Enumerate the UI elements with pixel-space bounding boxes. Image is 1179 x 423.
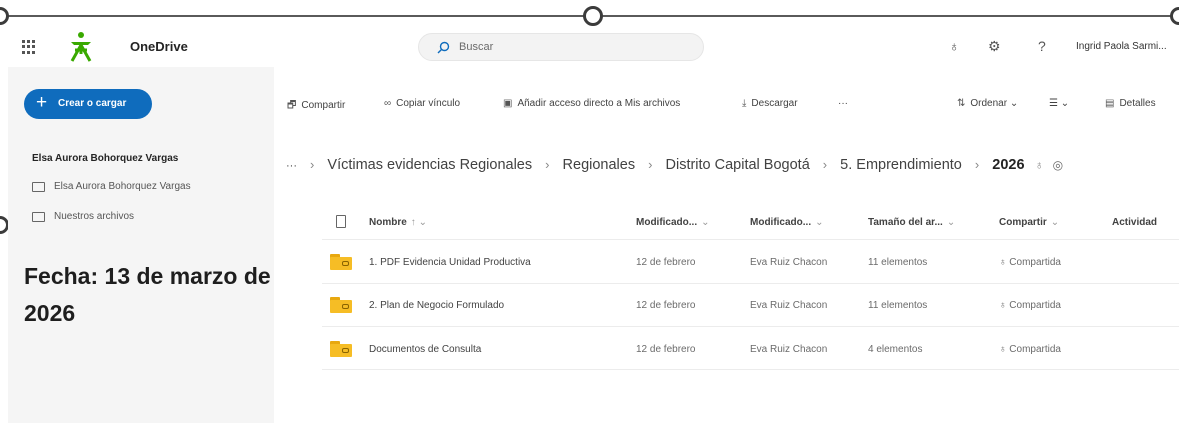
chevron-right-icon: ›	[822, 157, 828, 172]
copy-link-label: Copiar vínculo	[396, 98, 461, 109]
shortcut-icon: ▣	[503, 98, 513, 109]
column-header-name[interactable]: Nombre ↑ ⌄	[369, 217, 427, 228]
search-placeholder: Buscar	[459, 41, 494, 53]
people-icon: ♁	[999, 257, 1010, 268]
settings-gear-icon[interactable]: ⚙	[988, 38, 1001, 55]
help-icon[interactable]: ?	[1038, 38, 1046, 54]
share-people-icon[interactable]: ♁	[949, 38, 960, 54]
modified-by: Eva Ruiz Chacon	[750, 344, 828, 355]
download-command[interactable]: ⤓ Descargar	[742, 98, 798, 109]
app-name[interactable]: OneDrive	[130, 39, 188, 54]
sharing-status[interactable]: ♁ Compartida	[999, 257, 1061, 268]
file-name[interactable]: 2. Plan de Negocio Formulado	[369, 300, 504, 311]
details-label: Detalles	[1119, 98, 1156, 109]
sena-logo-icon	[70, 32, 92, 62]
globe-icon: ◎	[1052, 158, 1064, 172]
sort-label: Ordenar	[970, 98, 1008, 109]
date-overlay-text: Fecha: 13 de marzo de 2026	[24, 263, 271, 326]
sort-command[interactable]: ⇅ Ordenar ⌄	[957, 98, 1018, 109]
file-size: 11 elementos	[868, 300, 928, 311]
more-label: ···	[838, 98, 848, 109]
link-icon: ∞	[384, 98, 392, 109]
column-header-modified[interactable]: Modificado... ⌄	[636, 217, 710, 228]
breadcrumb-current: 2026	[992, 157, 1025, 173]
column-header-sharing[interactable]: Compartir ⌄	[999, 217, 1059, 228]
user-name[interactable]: Ingrid Paola Sarmi...	[1076, 41, 1167, 52]
file-list: Nombre ↑ ⌄ Modificado... ⌄ Modificado... ⌄ …	[274, 197, 1179, 423]
breadcrumb-item[interactable]: Víctimas evidencias Regionales	[327, 157, 532, 173]
breadcrumb-item[interactable]: Distrito Capital Bogotá	[666, 157, 810, 173]
frame-handle-top-center[interactable]	[583, 6, 603, 26]
column-header-size[interactable]: Tamaño del ar... ⌄	[868, 217, 955, 228]
people-icon: ♁	[999, 344, 1010, 355]
create-upload-button[interactable]: + Crear o cargar	[24, 89, 152, 119]
column-header-activity[interactable]: Actividad	[1112, 217, 1157, 228]
file-type-header-icon	[336, 215, 346, 228]
breadcrumb-item[interactable]: Regionales	[563, 157, 636, 173]
add-shortcut-command[interactable]: ▣ Añadir acceso directo a Mis archivos	[503, 98, 680, 109]
shared-folder-icon	[330, 254, 352, 270]
sharing-status[interactable]: ♁ Compartida	[999, 300, 1061, 311]
modified-date: 12 de febrero	[636, 344, 696, 355]
plus-icon: +	[36, 92, 48, 113]
file-size: 11 elementos	[868, 257, 928, 268]
sort-icon: ⇅	[957, 98, 966, 109]
modified-by: Eva Ruiz Chacon	[750, 300, 828, 311]
library-owner-heading: Elsa Aurora Bohorquez Vargas	[32, 153, 179, 164]
chevron-right-icon: ›	[974, 157, 980, 172]
top-bar: OneDrive Buscar ♁ ⚙ ? Ingrid Paola Sarmi…	[8, 30, 1179, 64]
frame-handle-left-top[interactable]	[0, 7, 9, 25]
modified-date: 12 de febrero	[636, 257, 696, 268]
chevron-right-icon: ›	[310, 157, 315, 172]
file-size: 4 elementos	[868, 344, 923, 355]
download-label: Descargar	[751, 98, 798, 109]
nav-item-label: Nuestros archivos	[54, 211, 135, 222]
sharing-status[interactable]: ♁ Compartida	[999, 344, 1061, 355]
shared-folder-icon	[330, 297, 352, 313]
nav-item-label: Elsa Aurora Bohorquez Vargas	[54, 181, 191, 192]
app-launcher-icon[interactable]	[22, 40, 36, 54]
download-icon: ⤓	[742, 98, 747, 109]
column-header-modified-by[interactable]: Modificado... ⌄	[750, 217, 824, 228]
shared-people-icon: ♁	[1034, 158, 1044, 172]
people-icon: ♁	[999, 300, 1010, 311]
modified-date: 12 de febrero	[636, 300, 696, 311]
frame-handle-right-top[interactable]	[1170, 7, 1179, 25]
chevron-right-icon: ›	[545, 157, 550, 172]
folder-icon	[32, 182, 45, 192]
shared-folder-icon	[32, 212, 45, 222]
copy-link-command[interactable]: ∞ Copiar vínculo	[384, 98, 460, 109]
shared-folder-icon	[330, 341, 352, 357]
view-options-command[interactable]: ☰ ⌄	[1049, 98, 1069, 109]
file-name[interactable]: Documentos de Consulta	[369, 344, 481, 355]
breadcrumb: ··· › Víctimas evidencias Regionales › R…	[286, 157, 1063, 173]
share-icon: 🗗	[287, 100, 297, 111]
search-box[interactable]: Buscar	[418, 33, 704, 61]
share-label: Compartir	[301, 100, 346, 111]
breadcrumb-item[interactable]: 5. Emprendimiento	[840, 157, 962, 173]
left-navigation-pane: + Crear o cargar Elsa Aurora Bohorquez V…	[8, 67, 274, 423]
row-divider	[322, 369, 1179, 370]
create-upload-label: Crear o cargar	[58, 98, 127, 109]
share-command[interactable]: 🗗 Compartir	[287, 98, 345, 115]
file-name[interactable]: 1. PDF Evidencia Unidad Productiva	[369, 257, 531, 268]
more-commands-button[interactable]: ···	[838, 98, 848, 109]
view-list-icon: ☰ ⌄	[1049, 98, 1070, 109]
modified-by: Eva Ruiz Chacon	[750, 257, 828, 268]
details-command[interactable]: ▤ Detalles	[1105, 98, 1156, 109]
chevron-down-icon: ⌄	[1007, 98, 1019, 109]
add-shortcut-label: Añadir acceso directo a Mis archivos	[517, 98, 681, 109]
chevron-right-icon: ›	[648, 157, 653, 172]
search-icon	[437, 41, 450, 54]
details-pane-icon: ▤	[1105, 98, 1115, 109]
breadcrumb-overflow[interactable]: ···	[286, 160, 297, 172]
